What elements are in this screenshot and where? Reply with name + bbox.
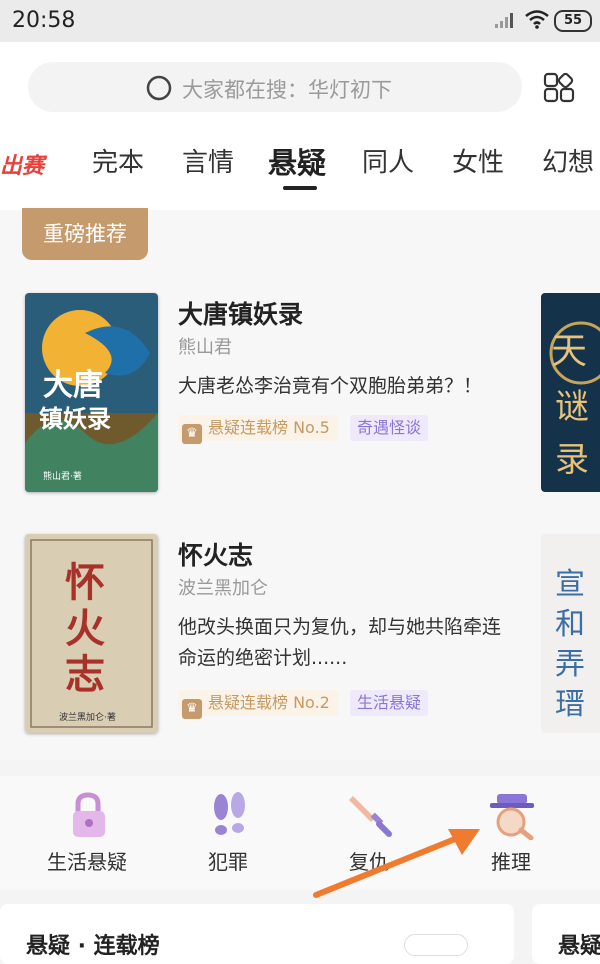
subcategory-life-mystery[interactable]: 生活悬疑 [27, 776, 147, 890]
book-cover-art: 大唐 镇妖录 熊山君·著 [25, 293, 158, 492]
category-tag[interactable]: 生活悬疑 [350, 690, 429, 716]
battery-indicator: 55 [554, 10, 592, 32]
wifi-icon [525, 10, 549, 29]
ranking-card-peek-title: 悬疑 [558, 934, 600, 959]
svg-text:弄: 弄 [555, 647, 585, 682]
subcategory-crime[interactable]: 犯罪 [168, 776, 288, 890]
tab-fanfic[interactable]: 同人 [362, 142, 414, 179]
detective-icon [490, 794, 534, 840]
next-book-cover-peek[interactable]: 天 谜 录 [541, 293, 600, 492]
category-grid-icon[interactable] [543, 72, 575, 104]
rank-tag-label: 悬疑连载榜 No.5 [208, 418, 330, 437]
svg-text:谜: 谜 [555, 387, 589, 427]
tab-romance[interactable]: 言情 [182, 142, 234, 179]
svg-text:大唐: 大唐 [43, 368, 103, 403]
search-placeholder: 大家都在搜：华灯初下 [182, 78, 392, 102]
search-bar[interactable]: 大家都在搜：华灯初下 [28, 62, 522, 112]
svg-text:镇妖录: 镇妖录 [39, 404, 111, 433]
book-cover[interactable]: 大唐 镇妖录 熊山君·著 [25, 293, 158, 492]
book-description: 他改头换面只为复仇，却与她共陷牵连命运的绝密计划...... [178, 616, 502, 669]
featured-section: 重磅推荐 大唐 镇妖录 熊山君·著 大唐镇妖录 熊山君 大唐老怂李治竟有个双胞胎… [0, 208, 600, 760]
subcategory-label: 犯罪 [208, 850, 248, 874]
svg-text:宣: 宣 [555, 567, 585, 602]
book-cover[interactable]: 怀 火 志 波兰黑加仑·著 [25, 534, 158, 733]
trophy-icon: ♛ [182, 424, 202, 444]
rank-tag[interactable]: ♛ 悬疑连载榜 No.5 [178, 415, 338, 444]
tab-complete[interactable]: 完本 [92, 142, 144, 179]
ranking-card-peek[interactable]: 悬疑 [532, 904, 600, 964]
rank-tag[interactable]: ♛ 悬疑连载榜 No.2 [178, 690, 338, 719]
book-item[interactable]: 大唐 镇妖录 熊山君·著 大唐镇妖录 熊山君 大唐老怂李治竟有个双胞胎弟弟？！ … [0, 293, 560, 498]
tab-mystery-label: 悬疑 [268, 146, 327, 180]
pointer-arrow-icon [313, 829, 480, 898]
svg-text:天: 天 [551, 331, 587, 372]
book-title[interactable]: 怀火志 [178, 536, 253, 572]
book-title[interactable]: 大唐镇妖录 [178, 295, 303, 331]
next-book-cover-peek[interactable]: 宣 和 弄 瑨 [541, 534, 600, 733]
bottom-section: 悬疑 · 连载榜 悬疑 [0, 904, 600, 964]
signal-icon [495, 13, 513, 28]
svg-text:录: 录 [555, 440, 589, 480]
subcategory-label: 生活悬疑 [47, 850, 127, 874]
svg-text:波兰黑加仑·著: 波兰黑加仑·著 [59, 711, 116, 723]
book-description: 大唐老怂李治竟有个双胞胎弟弟？！ [178, 375, 483, 397]
featured-badge: 重磅推荐 [22, 208, 148, 260]
ranking-card[interactable]: 悬疑 · 连载榜 [0, 904, 514, 964]
event-logo[interactable]: 出赛 [0, 148, 44, 180]
svg-text:火: 火 [65, 605, 105, 652]
subcategory-row: 生活悬疑 犯罪 复仇 推理 [0, 776, 600, 890]
book-item[interactable]: 怀 火 志 波兰黑加仑·著 怀火志 波兰黑加仑 他改头换面只为复仇，却与她共陷牵… [0, 534, 560, 739]
tab-female[interactable]: 女性 [452, 142, 504, 179]
status-time: 20:58 [12, 8, 76, 33]
trophy-icon: ♛ [182, 699, 202, 719]
book-cover-art: 怀 火 志 波兰黑加仑·著 [25, 534, 158, 733]
status-bar: 20:58 55 [0, 0, 600, 42]
tab-fantasy[interactable]: 幻想 [542, 142, 594, 179]
book-author: 熊山君 [178, 337, 232, 358]
tab-active-underline [283, 186, 317, 190]
svg-text:和: 和 [555, 607, 585, 642]
header: 大家都在搜：华灯初下 出赛 完本 言情 悬疑 同人 女性 幻想 [0, 42, 600, 210]
svg-text:怀: 怀 [65, 559, 105, 606]
rank-tag-label: 悬疑连载榜 No.2 [208, 693, 330, 712]
lock-icon [73, 792, 105, 837]
footprints-icon [214, 792, 245, 835]
search-icon [146, 75, 172, 101]
category-tag[interactable]: 奇遇怪谈 [350, 415, 429, 441]
tab-mystery[interactable]: 悬疑 [268, 140, 327, 190]
svg-text:志: 志 [65, 651, 105, 698]
svg-text:熊山君·著: 熊山君·著 [43, 470, 82, 482]
svg-text:瑨: 瑨 [555, 687, 585, 722]
ranking-card-title: 悬疑 · 连载榜 [26, 934, 160, 959]
book-author: 波兰黑加仑 [178, 578, 268, 599]
more-button[interactable] [404, 934, 468, 956]
category-tabs: 出赛 完本 言情 悬疑 同人 女性 幻想 [0, 140, 600, 200]
